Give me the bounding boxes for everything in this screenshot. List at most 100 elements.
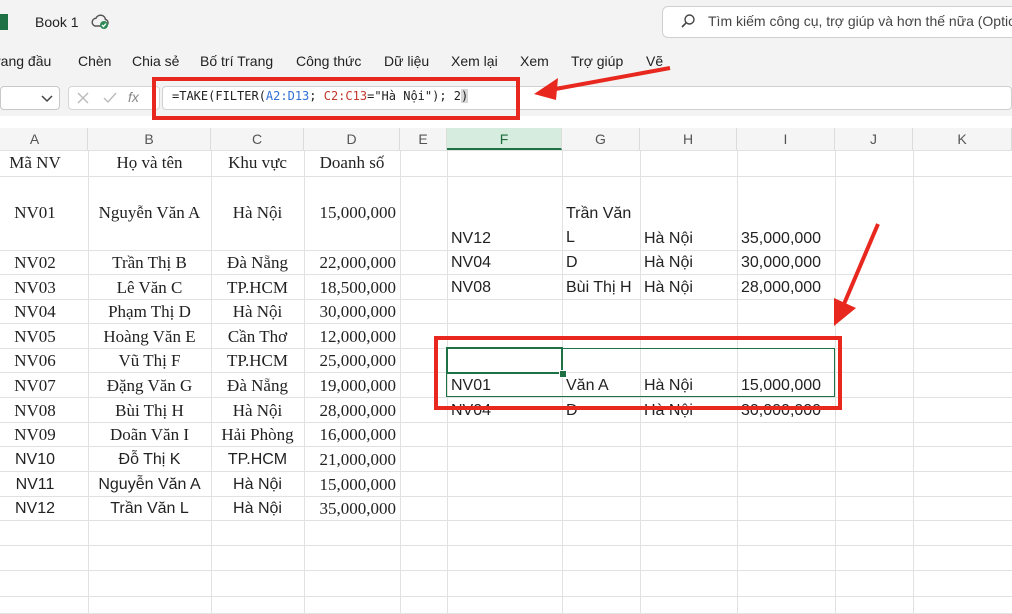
header-cell[interactable]: Mã NV xyxy=(0,150,88,176)
column-header-b[interactable]: B xyxy=(88,128,211,150)
cell-text: 30,000,000 xyxy=(319,302,397,321)
data-cell[interactable]: NV09 xyxy=(0,422,88,446)
header-cell[interactable]: Khu vực xyxy=(211,150,304,176)
data-cell[interactable]: Lê Văn C xyxy=(88,274,211,299)
data-cell[interactable]: Trần Văn L xyxy=(88,496,211,520)
data-cell[interactable]: Hà Nội xyxy=(211,471,304,496)
data-cell[interactable]: 21,000,000 xyxy=(304,446,400,471)
data-cell[interactable]: 15,000,000 xyxy=(304,176,400,250)
filter-result-cell[interactable]: Hà Nội xyxy=(640,250,737,274)
data-cell[interactable]: Vũ Thị F xyxy=(88,348,211,372)
cloud-sync-icon[interactable] xyxy=(90,12,110,32)
data-cell[interactable]: 15,000,000 xyxy=(304,471,400,496)
filter-result-cell[interactable]: Bùi Thị H xyxy=(562,274,640,299)
data-cell[interactable]: Nguyễn Văn A xyxy=(88,176,211,250)
data-cell[interactable]: Bùi Thị H xyxy=(88,397,211,422)
data-cell[interactable]: NV10 xyxy=(0,446,88,471)
column-header-g[interactable]: G xyxy=(562,128,640,150)
filter-result-cell[interactable]: NV08 xyxy=(447,274,562,299)
insert-function-icon[interactable]: fx xyxy=(128,89,139,105)
data-cell[interactable]: 22,000,000 xyxy=(304,250,400,274)
column-header-h[interactable]: H xyxy=(640,128,737,150)
filter-result-cell[interactable]: Hà Nội xyxy=(640,176,737,250)
column-header-c[interactable]: C xyxy=(211,128,304,150)
data-cell[interactable]: NV04 xyxy=(0,299,88,323)
header-cell[interactable]: Họ và tên xyxy=(88,150,211,176)
data-cell[interactable]: NV03 xyxy=(0,274,88,299)
data-cell[interactable]: NV11 xyxy=(0,471,88,496)
search-placeholder: Tìm kiếm công cụ, trợ giúp và hơn thế nữ… xyxy=(708,13,1012,29)
data-cell[interactable]: Nguyễn Văn A xyxy=(88,471,211,496)
data-cell[interactable]: TP.HCM xyxy=(211,348,304,372)
data-cell[interactable]: 35,000,000 xyxy=(304,496,400,520)
cell-text: Đỗ Thị K xyxy=(118,451,181,468)
filter-result-cell[interactable]: D xyxy=(562,250,640,274)
tab-data[interactable]: Dữ liệu xyxy=(384,53,429,69)
cell-text: NV12 xyxy=(14,500,56,517)
cell-text: NV04 xyxy=(451,254,492,271)
cell-text: TP.HCM xyxy=(227,351,288,370)
workbook-title[interactable]: Book 1 xyxy=(35,14,79,30)
filter-result-cell[interactable]: NV04 xyxy=(447,250,562,274)
cancel-icon[interactable] xyxy=(76,91,90,105)
cell-text: Hà Nội xyxy=(233,476,282,493)
data-cell[interactable]: NV02 xyxy=(0,250,88,274)
data-cell[interactable]: NV07 xyxy=(0,372,88,397)
data-cell[interactable]: 30,000,000 xyxy=(304,299,400,323)
data-cell[interactable]: Hà Nội xyxy=(211,397,304,422)
data-cell[interactable]: NV08 xyxy=(0,397,88,422)
enter-check-icon[interactable] xyxy=(102,91,118,105)
data-cell[interactable]: Đà Nẵng xyxy=(211,372,304,397)
data-cell[interactable]: Phạm Thị D xyxy=(88,299,211,323)
data-cell[interactable]: 19,000,000 xyxy=(304,372,400,397)
cell-text: NV07 xyxy=(14,376,56,395)
data-cell[interactable]: NV01 xyxy=(0,176,88,250)
data-cell[interactable]: 28,000,000 xyxy=(304,397,400,422)
cell-text: Hoàng Văn E xyxy=(103,327,196,346)
data-cell[interactable]: Hà Nội xyxy=(211,496,304,520)
filter-result-cell[interactable]: Trần Văn L xyxy=(562,176,640,250)
data-cell[interactable]: TP.HCM xyxy=(211,446,304,471)
data-cell[interactable]: TP.HCM xyxy=(211,274,304,299)
column-header-j[interactable]: J xyxy=(835,128,913,150)
data-cell[interactable]: Doãn Văn I xyxy=(88,422,211,446)
header-cell[interactable]: Doanh số xyxy=(304,150,400,176)
filter-result-cell[interactable]: NV12 xyxy=(447,176,562,250)
data-cell[interactable]: 25,000,000 xyxy=(304,348,400,372)
column-header-k[interactable]: K xyxy=(913,128,1012,150)
data-cell[interactable]: Hải Phòng xyxy=(211,422,304,446)
column-header-e[interactable]: E xyxy=(400,128,447,150)
filter-result-cell[interactable]: Hà Nội xyxy=(640,274,737,299)
excel-logo-icon xyxy=(0,14,8,30)
data-cell[interactable]: 16,000,000 xyxy=(304,422,400,446)
data-cell[interactable]: Hà Nội xyxy=(211,299,304,323)
data-cell[interactable]: Đà Nẵng xyxy=(211,250,304,274)
tab-insert[interactable]: Chèn xyxy=(78,53,111,69)
tab-formulas[interactable]: Công thức xyxy=(296,53,361,69)
data-cell[interactable]: Hà Nội xyxy=(211,176,304,250)
data-cell[interactable]: NV06 xyxy=(0,348,88,372)
data-cell[interactable]: Đỗ Thị K xyxy=(88,446,211,471)
chevron-down-icon[interactable] xyxy=(40,91,54,105)
column-header-a[interactable]: A xyxy=(0,128,88,150)
cell-text: NV04 xyxy=(14,302,56,321)
column-header-f[interactable]: F xyxy=(447,128,562,150)
cell-text: D xyxy=(566,254,578,271)
data-cell[interactable]: NV05 xyxy=(0,323,88,348)
tab-home[interactable]: rang đầu xyxy=(0,53,51,69)
data-cell[interactable]: NV12 xyxy=(0,496,88,520)
data-cell[interactable]: 18,500,000 xyxy=(304,274,400,299)
data-cell[interactable]: Hoàng Văn E xyxy=(88,323,211,348)
data-cell[interactable]: Trần Thị B xyxy=(88,250,211,274)
cell-text: NV10 xyxy=(14,451,56,468)
data-cell[interactable]: Đặng Văn G xyxy=(88,372,211,397)
tab-share[interactable]: Chia sẻ xyxy=(132,53,179,69)
column-header-i[interactable]: I xyxy=(737,128,835,150)
tab-page-layout[interactable]: Bố trí Trang xyxy=(200,53,273,69)
cell-text: Hà Nội xyxy=(644,279,693,296)
cell-text: 22,000,000 xyxy=(319,253,397,272)
data-cell[interactable]: Cần Thơ xyxy=(211,323,304,348)
data-cell[interactable]: 12,000,000 xyxy=(304,323,400,348)
column-header-d[interactable]: D xyxy=(304,128,400,150)
tab-review[interactable]: Xem lại xyxy=(451,53,498,69)
